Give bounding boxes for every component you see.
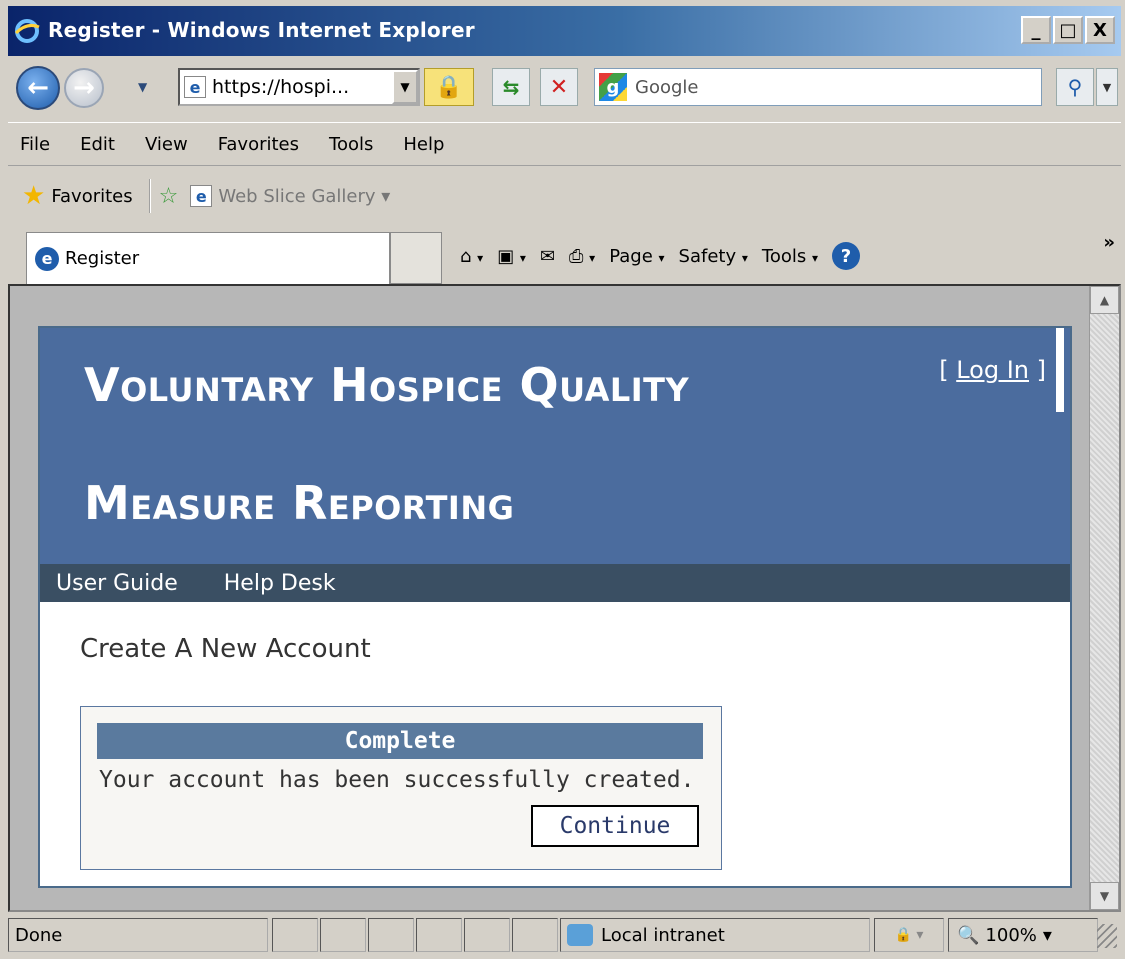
forward-arrow-icon: → bbox=[73, 73, 95, 103]
intranet-zone-icon bbox=[567, 924, 593, 946]
stop-button[interactable]: ✕ bbox=[540, 68, 578, 106]
status-cell bbox=[272, 918, 318, 952]
refresh-icon: ⇆ bbox=[502, 75, 520, 99]
zoom-dropdown-icon: ▾ bbox=[1042, 924, 1052, 946]
favorites-bar: ★ Favorites ☆ e Web Slice Gallery ▾ bbox=[8, 168, 1121, 224]
recent-pages-dropdown[interactable]: ▼ bbox=[138, 80, 147, 94]
web-slice-icon: e bbox=[190, 185, 213, 207]
web-page: Voluntary Hospice Quality Measure Report… bbox=[38, 326, 1072, 888]
mail-icon[interactable]: ✉ bbox=[540, 246, 555, 267]
zoom-control[interactable]: 🔍 100% ▾ bbox=[948, 918, 1098, 952]
login-area: [ Log In ] bbox=[939, 356, 1046, 384]
site-title-line1: Voluntary Hospice Quality bbox=[84, 358, 690, 412]
stop-icon: ✕ bbox=[549, 74, 569, 100]
web-slice-gallery-link[interactable]: Web Slice Gallery bbox=[218, 186, 375, 207]
tab-row: e Register ⌂ ▾ ▣ ▾ ✉ ⎙ ▾ Page ▾ Safety ▾… bbox=[8, 226, 1121, 284]
close-button[interactable]: X bbox=[1085, 16, 1115, 44]
search-input[interactable]: g Google bbox=[594, 68, 1042, 106]
login-bracket-close: ] bbox=[1029, 356, 1046, 384]
login-link[interactable]: Log In bbox=[956, 356, 1029, 384]
search-placeholder: Google bbox=[635, 76, 699, 98]
complete-panel-title: Complete bbox=[97, 723, 703, 759]
forward-button[interactable]: → bbox=[64, 68, 104, 108]
zoom-icon: 🔍 bbox=[957, 924, 980, 946]
page-heading: Create A New Account bbox=[80, 634, 371, 664]
favorites-button[interactable]: Favorites bbox=[51, 186, 132, 207]
tab-label: Register bbox=[65, 248, 140, 269]
success-message: Your account has been successfully creat… bbox=[99, 767, 695, 793]
zone-label: Local intranet bbox=[601, 924, 725, 946]
status-cell bbox=[320, 918, 366, 952]
tab-register[interactable]: e Register bbox=[26, 232, 390, 284]
maximize-button[interactable]: □ bbox=[1053, 16, 1083, 44]
site-header: Voluntary Hospice Quality Measure Report… bbox=[40, 328, 1070, 564]
search-icon: ⚲ bbox=[1067, 75, 1083, 99]
menu-tools[interactable]: Tools bbox=[329, 134, 373, 155]
nav-help-desk[interactable]: Help Desk bbox=[224, 571, 336, 596]
search-options-dropdown[interactable]: ▼ bbox=[1096, 68, 1118, 106]
status-cell bbox=[464, 918, 510, 952]
header-accent-bar bbox=[1056, 328, 1064, 412]
zoom-level: 100% bbox=[985, 924, 1037, 946]
complete-panel: Complete Your account has been successfu… bbox=[80, 706, 722, 870]
page-viewport: Voluntary Hospice Quality Measure Report… bbox=[8, 284, 1121, 912]
site-title-line2: Measure Reporting bbox=[84, 476, 515, 530]
favorites-star-icon[interactable]: ★ bbox=[22, 181, 45, 211]
title-bar: Register - Windows Internet Explorer _ □… bbox=[8, 6, 1121, 56]
navigation-bar: ← → ▼ e https://hospi... ▼ 🔒 ⇆ ✕ g Googl… bbox=[8, 56, 1121, 120]
window-title: Register - Windows Internet Explorer bbox=[48, 18, 475, 42]
menu-edit[interactable]: Edit bbox=[80, 134, 115, 155]
security-lock-icon[interactable]: 🔒 bbox=[424, 68, 474, 106]
page-icon: e bbox=[184, 76, 206, 98]
tab-ie-icon: e bbox=[35, 246, 59, 271]
site-nav: User Guide Help Desk bbox=[40, 564, 1070, 602]
safety-menu-label: Safety bbox=[678, 245, 737, 267]
address-bar[interactable]: e https://hospi... ▼ bbox=[178, 68, 420, 106]
toolbar-separator bbox=[148, 179, 151, 213]
nav-user-guide[interactable]: User Guide bbox=[56, 571, 178, 596]
security-zone[interactable]: Local intranet bbox=[560, 918, 870, 952]
new-tab-button[interactable] bbox=[390, 232, 442, 284]
status-text: Done bbox=[8, 918, 268, 952]
menu-view[interactable]: View bbox=[145, 134, 188, 155]
safety-menu[interactable]: Safety ▾ bbox=[679, 246, 748, 267]
address-dropdown-button[interactable]: ▼ bbox=[392, 70, 418, 104]
tools-menu-label: Tools bbox=[761, 245, 807, 267]
page-menu-label: Page bbox=[609, 245, 653, 267]
feeds-icon[interactable]: ▣ ▾ bbox=[497, 246, 526, 267]
toolbar-overflow-icon[interactable]: » bbox=[1103, 232, 1115, 253]
menu-help[interactable]: Help bbox=[403, 134, 444, 155]
refresh-button[interactable]: ⇆ bbox=[492, 68, 530, 106]
scroll-down-button[interactable]: ▼ bbox=[1090, 882, 1119, 910]
search-button[interactable]: ⚲ bbox=[1056, 68, 1094, 106]
menu-file[interactable]: File bbox=[20, 134, 50, 155]
continue-button[interactable]: Continue bbox=[531, 805, 699, 847]
page-menu[interactable]: Page ▾ bbox=[609, 246, 664, 267]
login-bracket-open: [ bbox=[939, 356, 957, 384]
back-button[interactable]: ← bbox=[16, 66, 60, 110]
status-cell bbox=[416, 918, 462, 952]
home-icon[interactable]: ⌂ ▾ bbox=[460, 246, 483, 267]
resize-grip-icon[interactable] bbox=[1097, 924, 1117, 948]
status-cell bbox=[368, 918, 414, 952]
web-slice-dropdown-icon[interactable]: ▾ bbox=[376, 186, 390, 207]
address-text: https://hospi... bbox=[212, 76, 350, 98]
menu-bar: File Edit View Favorites Tools Help bbox=[8, 122, 1121, 166]
menu-favorites[interactable]: Favorites bbox=[218, 134, 299, 155]
minimize-button[interactable]: _ bbox=[1021, 16, 1051, 44]
scroll-up-button[interactable]: ▲ bbox=[1090, 286, 1119, 314]
status-cell bbox=[512, 918, 558, 952]
print-icon[interactable]: ⎙ ▾ bbox=[569, 246, 595, 267]
vertical-scrollbar[interactable]: ▲ ▼ bbox=[1089, 286, 1119, 910]
back-arrow-icon: ← bbox=[27, 73, 49, 103]
help-icon[interactable]: ? bbox=[832, 242, 860, 270]
command-bar: ⌂ ▾ ▣ ▾ ✉ ⎙ ▾ Page ▾ Safety ▾ Tools ▾ ? bbox=[460, 236, 860, 276]
ie-window: Register - Windows Internet Explorer _ □… bbox=[0, 0, 1125, 959]
status-bar: Done Local intranet 🔒 ▾ 🔍 100% ▾ bbox=[8, 914, 1121, 956]
protected-mode-icon[interactable]: 🔒 ▾ bbox=[874, 918, 944, 952]
ie-logo-icon bbox=[14, 19, 40, 43]
add-favorite-icon[interactable]: ☆ bbox=[159, 184, 179, 209]
tools-menu[interactable]: Tools ▾ bbox=[762, 246, 818, 267]
google-icon: g bbox=[599, 73, 627, 101]
